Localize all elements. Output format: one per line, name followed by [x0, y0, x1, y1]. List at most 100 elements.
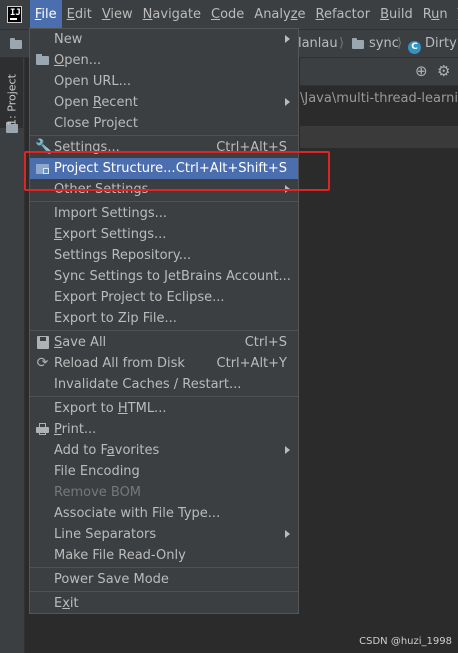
menu-item-line-separators-label: Line Separators	[54, 527, 157, 542]
intellij-logo-icon[interactable]: IJ	[7, 6, 22, 23]
project-root-path: \Java\multi-thread-learning	[300, 91, 458, 106]
breadcrumb-dirty-class[interactable]: C DirtyR	[408, 30, 458, 57]
menu-item-new-label: New	[54, 32, 83, 47]
exit-post: it	[69, 596, 79, 611]
menu-code-post: ode	[220, 7, 245, 22]
crosshair-icon[interactable]: ⊕	[415, 63, 428, 79]
menu-item-invalidate-caches[interactable]: Invalidate Caches / Restart...	[30, 374, 298, 395]
open-recent-pre: Open	[54, 95, 93, 110]
left-tool-strip	[0, 58, 25, 653]
favorites-post: vorites	[114, 443, 160, 458]
project-tab-label[interactable]: 1: Project	[6, 74, 19, 126]
menu-divider	[30, 330, 298, 331]
menu-divider	[30, 396, 298, 397]
menu-refactor-mnemonic: R	[315, 7, 324, 22]
menu-item-export-settings[interactable]: Export Settings...	[30, 224, 298, 245]
menu-item-add-to-favorites-label: Add to Favorites	[54, 440, 159, 461]
save-all-post: ave All	[62, 335, 107, 350]
menu-item-open[interactable]: Open...	[30, 50, 298, 71]
menu-build-mnemonic: B	[380, 7, 389, 22]
menu-item-close-project-label: Close Project	[54, 116, 139, 131]
menu-item-export-eclipse[interactable]: Export Project to Eclipse...	[30, 287, 298, 308]
menu-item-open-url[interactable]: Open URL...	[30, 71, 298, 92]
menu-code[interactable]: Code	[206, 0, 249, 29]
package-folder-icon	[352, 38, 364, 49]
menu-item-add-to-favorites[interactable]: Add to Favorites	[30, 440, 298, 461]
menu-run-pre: R	[422, 7, 432, 22]
menu-code-mnemonic: C	[211, 7, 221, 22]
menu-item-save-all-label: Save All	[54, 332, 106, 353]
menu-item-export-zip[interactable]: Export to Zip File...	[30, 308, 298, 329]
menu-divider	[30, 567, 298, 568]
menu-analyze[interactable]: Analyze	[249, 0, 310, 29]
menu-edit[interactable]: Edit	[62, 0, 97, 29]
menu-item-export-html-label: Export to HTML...	[54, 398, 166, 419]
menu-tools[interactable]: To	[453, 0, 458, 29]
export-html-pre: Export to	[54, 401, 118, 416]
breadcrumb-dirty-label: DirtyR	[425, 36, 458, 51]
menu-build[interactable]: Build	[375, 0, 418, 29]
menu-item-file-encoding[interactable]: File Encoding	[30, 461, 298, 482]
menu-item-file-encoding-label: File Encoding	[54, 464, 140, 479]
submenu-arrow-icon	[285, 530, 290, 538]
menu-item-settings-repository[interactable]: Settings Repository...	[30, 245, 298, 266]
menu-edit-post: dit	[74, 7, 92, 22]
menu-navigate-post: avigate	[152, 7, 201, 22]
file-menu-dropdown: New Open... Open URL... Open Recent Clos…	[29, 28, 299, 614]
reload-shortcut: Ctrl+Alt+Y	[216, 356, 287, 371]
menu-item-reload-all[interactable]: ⟳ Reload All from Disk Ctrl+Alt+Y	[30, 353, 298, 374]
menu-analyze-pre: Analy	[254, 7, 291, 22]
menu-file[interactable]: File	[29, 0, 62, 29]
menu-item-export-html[interactable]: Export to HTML...	[30, 398, 298, 419]
menu-item-remove-bom-label: Remove BOM	[54, 485, 142, 500]
java-class-icon: C	[408, 41, 421, 54]
menu-item-settings-repository-label: Settings Repository...	[54, 248, 192, 263]
menu-item-import-settings[interactable]: Import Settings...	[30, 203, 298, 224]
menu-item-open-label: Open...	[54, 50, 101, 71]
menu-view[interactable]: View	[97, 0, 138, 29]
open-folder-icon	[35, 53, 50, 68]
menu-view-post: iew	[110, 7, 133, 22]
submenu-arrow-icon	[285, 35, 290, 43]
project-toolwindow-header: ⊕ ⚙	[300, 58, 458, 86]
open-recent-post: ecent	[101, 95, 138, 110]
save-icon	[35, 335, 50, 350]
menu-item-export-settings-label: Export Settings...	[54, 224, 166, 245]
menu-item-new[interactable]: New	[30, 29, 298, 50]
menu-item-associate-file-type[interactable]: Associate with File Type...	[30, 503, 298, 524]
menu-item-save-all[interactable]: Save All Ctrl+S	[30, 332, 298, 353]
menu-item-close-project[interactable]: Close Project	[30, 113, 298, 134]
menu-refactor[interactable]: Refactor	[311, 0, 376, 29]
breadcrumb-sync[interactable]: sync	[369, 30, 399, 57]
menu-item-export-eclipse-label: Export Project to Eclipse...	[54, 290, 225, 305]
menu-item-power-save-mode-label: Power Save Mode	[54, 572, 169, 587]
printer-icon	[35, 422, 50, 437]
menu-item-import-settings-label: Import Settings...	[54, 206, 167, 221]
favorites-pre: Add to F	[54, 443, 107, 458]
gear-icon[interactable]: ⚙	[437, 63, 450, 79]
menu-item-sync-settings[interactable]: Sync Settings to JetBrains Account...	[30, 266, 298, 287]
menu-item-make-read-only-label: Make File Read-Only	[54, 548, 186, 563]
menu-item-exit[interactable]: Exit	[30, 593, 298, 614]
menu-item-open-recent[interactable]: Open Recent	[30, 92, 298, 113]
main-menu-bar: IJ File Edit View Navigate Code Analyze …	[0, 0, 458, 30]
open-mnemonic: O	[54, 53, 65, 68]
menu-item-make-read-only[interactable]: Make File Read-Only	[30, 545, 298, 566]
project-folder-icon[interactable]	[10, 38, 22, 49]
menu-divider	[30, 591, 298, 592]
menu-navigate[interactable]: Navigate	[138, 0, 206, 29]
menu-item-export-zip-label: Export to Zip File...	[54, 311, 177, 326]
menu-item-invalidate-caches-label: Invalidate Caches / Restart...	[54, 377, 242, 392]
menu-run[interactable]: Run	[418, 0, 453, 29]
logo-letters: IJ	[10, 8, 21, 18]
menu-item-reload-all-label: Reload All from Disk	[54, 356, 185, 371]
export-html-post: TML...	[127, 401, 167, 416]
menu-item-associate-file-type-label: Associate with File Type...	[54, 506, 221, 521]
favorites-mnemonic: a	[106, 443, 115, 458]
menu-item-power-save-mode[interactable]: Power Save Mode	[30, 569, 298, 590]
submenu-arrow-icon	[285, 446, 290, 454]
menu-item-line-separators[interactable]: Line Separators	[30, 524, 298, 545]
breadcrumb-separator: ⟩	[339, 36, 345, 51]
selected-tree-row[interactable]	[300, 126, 458, 148]
menu-item-print[interactable]: Print...	[30, 419, 298, 440]
